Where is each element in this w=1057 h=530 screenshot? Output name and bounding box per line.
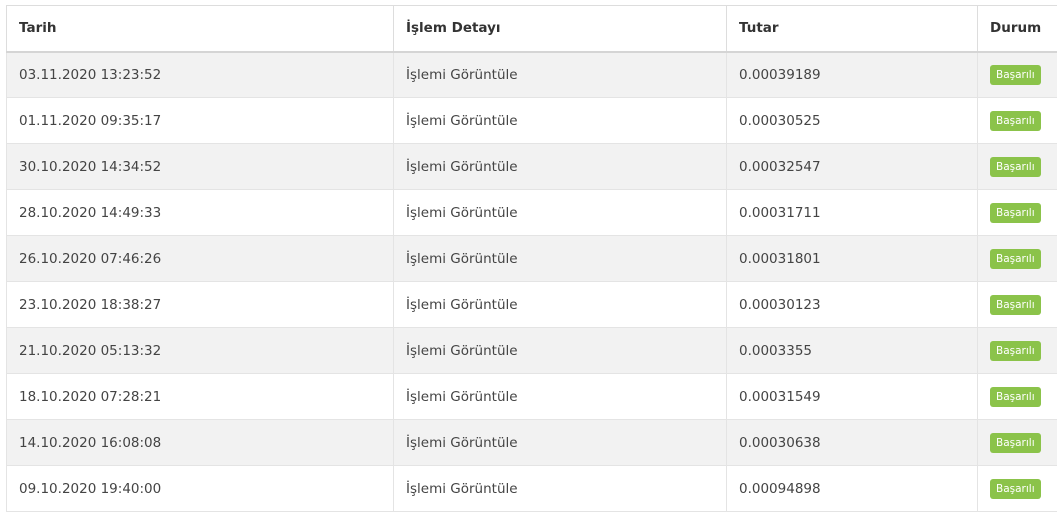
cell-amount: 0.0003355 bbox=[726, 327, 978, 374]
cell-amount: 0.00031801 bbox=[726, 235, 978, 282]
status-badge: Başarılı bbox=[990, 202, 1041, 223]
table-row: 14.10.2020 16:08:08 İşlemi Görüntüle 0.0… bbox=[6, 419, 1057, 466]
cell-status: Başarılı bbox=[977, 419, 1057, 466]
cell-status: Başarılı bbox=[977, 281, 1057, 328]
header-date: Tarih bbox=[6, 5, 394, 53]
cell-amount: 0.00032547 bbox=[726, 143, 978, 190]
cell-amount: 0.00039189 bbox=[726, 51, 978, 98]
table-row: 18.10.2020 07:28:21 İşlemi Görüntüle 0.0… bbox=[6, 373, 1057, 420]
cell-status: Başarılı bbox=[977, 373, 1057, 420]
cell-date: 30.10.2020 14:34:52 bbox=[6, 143, 394, 190]
status-badge: Başarılı bbox=[990, 156, 1041, 177]
status-badge: Başarılı bbox=[990, 64, 1041, 85]
cell-amount: 0.00030123 bbox=[726, 281, 978, 328]
status-badge: Başarılı bbox=[990, 432, 1041, 453]
cell-status: Başarılı bbox=[977, 143, 1057, 190]
cell-amount: 0.00030638 bbox=[726, 419, 978, 466]
cell-amount: 0.00031549 bbox=[726, 373, 978, 420]
status-badge: Başarılı bbox=[990, 340, 1041, 361]
view-transaction-link[interactable]: İşlemi Görüntüle bbox=[406, 67, 518, 83]
table-row: 28.10.2020 14:49:33 İşlemi Görüntüle 0.0… bbox=[6, 189, 1057, 236]
view-transaction-link[interactable]: İşlemi Görüntüle bbox=[406, 297, 518, 313]
cell-status: Başarılı bbox=[977, 327, 1057, 374]
view-transaction-link[interactable]: İşlemi Görüntüle bbox=[406, 205, 518, 221]
table-row: 09.10.2020 19:40:00 İşlemi Görüntüle 0.0… bbox=[6, 465, 1057, 512]
status-badge: Başarılı bbox=[990, 294, 1041, 315]
table-row: 26.10.2020 07:46:26 İşlemi Görüntüle 0.0… bbox=[6, 235, 1057, 282]
cell-detail: İşlemi Görüntüle bbox=[393, 419, 727, 466]
cell-date: 23.10.2020 18:38:27 bbox=[6, 281, 394, 328]
cell-date: 14.10.2020 16:08:08 bbox=[6, 419, 394, 466]
status-badge: Başarılı bbox=[990, 110, 1041, 131]
cell-date: 26.10.2020 07:46:26 bbox=[6, 235, 394, 282]
view-transaction-link[interactable]: İşlemi Görüntüle bbox=[406, 481, 518, 497]
status-badge: Başarılı bbox=[990, 248, 1041, 269]
view-transaction-link[interactable]: İşlemi Görüntüle bbox=[406, 389, 518, 405]
header-amount: Tutar bbox=[726, 5, 978, 53]
view-transaction-link[interactable]: İşlemi Görüntüle bbox=[406, 159, 518, 175]
cell-amount: 0.00094898 bbox=[726, 465, 978, 512]
cell-detail: İşlemi Görüntüle bbox=[393, 143, 727, 190]
header-status: Durum bbox=[977, 5, 1057, 53]
cell-status: Başarılı bbox=[977, 235, 1057, 282]
cell-status: Başarılı bbox=[977, 189, 1057, 236]
header-row: Tarih İşlem Detayı Tutar Durum bbox=[6, 5, 1057, 53]
transactions-table-container: Tarih İşlem Detayı Tutar Durum 03.11.202… bbox=[6, 5, 1057, 512]
cell-date: 21.10.2020 05:13:32 bbox=[6, 327, 394, 374]
view-transaction-link[interactable]: İşlemi Görüntüle bbox=[406, 435, 518, 451]
table-body: 03.11.2020 13:23:52 İşlemi Görüntüle 0.0… bbox=[6, 51, 1057, 512]
cell-detail: İşlemi Görüntüle bbox=[393, 465, 727, 512]
cell-detail: İşlemi Görüntüle bbox=[393, 97, 727, 144]
cell-date: 28.10.2020 14:49:33 bbox=[6, 189, 394, 236]
table-row: 30.10.2020 14:34:52 İşlemi Görüntüle 0.0… bbox=[6, 143, 1057, 190]
cell-status: Başarılı bbox=[977, 465, 1057, 512]
table-row: 03.11.2020 13:23:52 İşlemi Görüntüle 0.0… bbox=[6, 51, 1057, 98]
cell-date: 03.11.2020 13:23:52 bbox=[6, 51, 394, 98]
table-header: Tarih İşlem Detayı Tutar Durum bbox=[6, 5, 1057, 53]
cell-status: Başarılı bbox=[977, 97, 1057, 144]
status-badge: Başarılı bbox=[990, 386, 1041, 407]
cell-amount: 0.00030525 bbox=[726, 97, 978, 144]
cell-date: 09.10.2020 19:40:00 bbox=[6, 465, 394, 512]
cell-detail: İşlemi Görüntüle bbox=[393, 373, 727, 420]
cell-status: Başarılı bbox=[977, 51, 1057, 98]
cell-detail: İşlemi Görüntüle bbox=[393, 327, 727, 374]
view-transaction-link[interactable]: İşlemi Görüntüle bbox=[406, 251, 518, 267]
cell-date: 18.10.2020 07:28:21 bbox=[6, 373, 394, 420]
table-row: 21.10.2020 05:13:32 İşlemi Görüntüle 0.0… bbox=[6, 327, 1057, 374]
view-transaction-link[interactable]: İşlemi Görüntüle bbox=[406, 343, 518, 359]
table-row: 01.11.2020 09:35:17 İşlemi Görüntüle 0.0… bbox=[6, 97, 1057, 144]
header-detail: İşlem Detayı bbox=[393, 5, 727, 53]
cell-date: 01.11.2020 09:35:17 bbox=[6, 97, 394, 144]
table-row: 23.10.2020 18:38:27 İşlemi Görüntüle 0.0… bbox=[6, 281, 1057, 328]
cell-detail: İşlemi Görüntüle bbox=[393, 281, 727, 328]
cell-detail: İşlemi Görüntüle bbox=[393, 51, 727, 98]
cell-detail: İşlemi Görüntüle bbox=[393, 235, 727, 282]
transactions-table: Tarih İşlem Detayı Tutar Durum 03.11.202… bbox=[6, 5, 1057, 512]
cell-detail: İşlemi Görüntüle bbox=[393, 189, 727, 236]
status-badge: Başarılı bbox=[990, 478, 1041, 499]
view-transaction-link[interactable]: İşlemi Görüntüle bbox=[406, 113, 518, 129]
cell-amount: 0.00031711 bbox=[726, 189, 978, 236]
